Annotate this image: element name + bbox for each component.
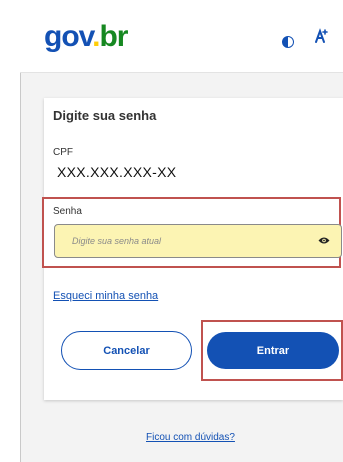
cancel-button[interactable]: Cancelar (61, 331, 192, 370)
logo-text-br: br (99, 20, 128, 53)
govbr-logo[interactable]: gov.br (44, 20, 128, 53)
password-label: Senha (53, 206, 82, 217)
page-title: Digite sua senha (53, 108, 157, 123)
language-icon[interactable] (314, 28, 328, 48)
cpf-value: XXX.XXX.XXX-XX (57, 164, 177, 180)
contrast-icon[interactable] (282, 36, 294, 48)
header: gov.br (20, 0, 343, 73)
eye-icon[interactable] (318, 236, 330, 245)
password-input[interactable] (54, 224, 342, 258)
cpf-label: CPF (53, 147, 73, 158)
enter-button[interactable]: Entrar (207, 332, 339, 369)
language-icon-glyph (315, 28, 328, 43)
logo-text-gov: gov (44, 20, 93, 53)
help-link[interactable]: Ficou com dúvidas? (146, 432, 235, 443)
forgot-password-link[interactable]: Esqueci minha senha (53, 290, 158, 302)
